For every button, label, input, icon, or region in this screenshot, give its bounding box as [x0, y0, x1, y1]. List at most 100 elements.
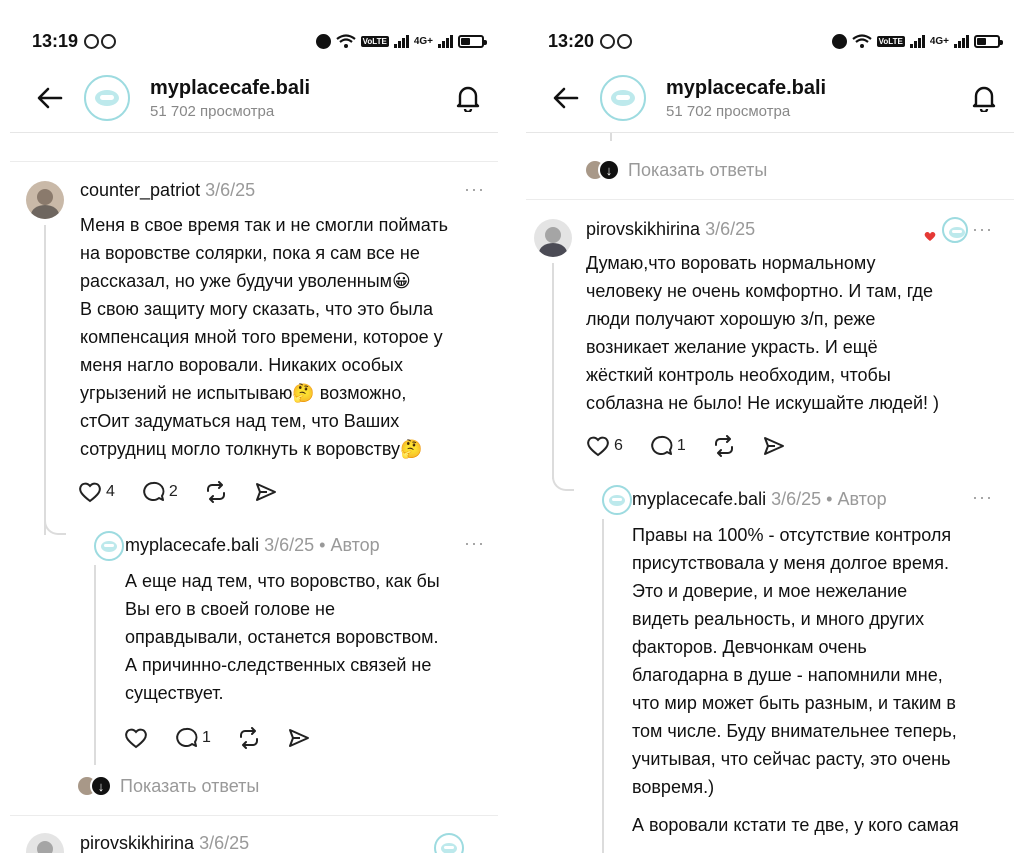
repost-icon — [239, 727, 258, 749]
reply-count: 1 — [202, 729, 211, 746]
author-tag: • Автор — [319, 535, 380, 555]
comment-username[interactable]: pirovskikhirina — [586, 219, 700, 239]
status-time: 13:20 — [548, 30, 595, 51]
network-type: 4G+ — [929, 35, 949, 47]
arrow-left-icon — [553, 87, 579, 109]
signal-icon-2 — [438, 34, 453, 48]
comments-feed: ↓ Показать ответы pirovskikhirina 3/6/25… — [516, 133, 1024, 853]
reply-avatars: ↓ — [586, 159, 622, 181]
reply-username[interactable]: myplacecafe.bali — [632, 489, 766, 509]
comment-icon — [176, 727, 198, 747]
notifications-button[interactable] — [964, 78, 1004, 118]
comment-actions: 4 2 — [78, 481, 304, 503]
reply-count: 1 — [676, 437, 686, 454]
reply-avatars: ↓ — [78, 775, 114, 797]
separator — [10, 161, 498, 162]
heart-badge-icon — [924, 232, 936, 241]
view-count: 51 702 просмотра — [666, 102, 791, 120]
more-options-button[interactable]: ··· — [972, 487, 993, 508]
comment-date: 3/6/25 — [205, 180, 256, 200]
more-options-button[interactable]: ··· — [972, 219, 993, 240]
whatsapp-icon — [600, 33, 616, 49]
reply-text-continued: А воровали кстати те две, у кого самая — [632, 815, 959, 835]
repost-icon — [206, 481, 225, 503]
back-button[interactable] — [30, 78, 70, 118]
reply-date: 3/6/25 — [264, 535, 315, 555]
account-name[interactable]: myplacecafe.bali — [666, 77, 826, 100]
like-button[interactable]: 4 — [78, 481, 115, 503]
reply-button[interactable]: 2 — [141, 481, 178, 503]
reply-username[interactable]: myplacecafe.bali — [125, 535, 259, 555]
reply-text: Правы на 100% - отсутствие контроля прис… — [632, 525, 957, 797]
comment-username[interactable]: pirovskikhirina — [80, 833, 194, 853]
repost-button[interactable] — [712, 435, 736, 457]
account-name[interactable]: myplacecafe.bali — [150, 77, 310, 100]
thread-line — [552, 263, 554, 479]
app-header: myplacecafe.bali 51 702 просмотра — [516, 66, 1024, 130]
repost-icon — [714, 435, 733, 457]
share-button[interactable] — [254, 481, 278, 503]
notifications-button[interactable] — [448, 78, 488, 118]
reply-count: 2 — [168, 483, 178, 500]
send-icon — [763, 437, 784, 455]
avatar[interactable] — [534, 219, 572, 257]
bell-icon — [972, 86, 996, 112]
more-options-button[interactable]: ··· — [464, 533, 485, 554]
like-button[interactable]: 6 — [586, 435, 623, 457]
comment-text: Меня в свое время так и не смогли поймат… — [80, 215, 449, 459]
bell-icon — [456, 86, 480, 112]
reply-button[interactable]: 1 — [649, 435, 686, 457]
author-like-badge — [434, 833, 464, 853]
comment-date: 3/6/25 — [199, 833, 250, 853]
status-bar: 13:19 VoLTE 4G+ — [32, 28, 487, 54]
reply-button[interactable]: 1 — [174, 727, 211, 749]
more-options-button[interactable]: ··· — [464, 179, 485, 200]
left-screenshot: 13:19 VoLTE 4G+ myplacecafe.bali 51 702 … — [0, 0, 508, 853]
arrow-down-icon: ↓ — [90, 775, 112, 797]
status-bar: 13:20 VoLTE 4G+ — [548, 28, 1003, 54]
view-count: 51 702 просмотра — [150, 102, 275, 120]
avatar[interactable] — [26, 833, 64, 853]
back-button[interactable] — [546, 78, 586, 118]
network-type: 4G+ — [413, 35, 433, 47]
send-icon — [288, 729, 309, 747]
comment-username[interactable]: counter_patriot — [80, 180, 200, 200]
separator — [10, 815, 498, 816]
app-header: myplacecafe.bali 51 702 просмотра — [0, 66, 508, 130]
repost-button[interactable] — [237, 727, 261, 749]
account-logo[interactable] — [84, 75, 130, 121]
like-count: 6 — [614, 437, 623, 454]
show-replies-label: Показать ответы — [628, 159, 768, 180]
wifi-icon — [335, 33, 356, 48]
reply-avatar[interactable] — [602, 485, 632, 515]
screenshot-gap — [508, 0, 516, 853]
volte-icon: VoLTE — [876, 35, 905, 47]
share-button[interactable] — [762, 435, 786, 457]
viber-icon — [617, 33, 633, 49]
like-button[interactable] — [124, 727, 148, 749]
comment-icon — [143, 481, 165, 501]
avatar[interactable] — [26, 181, 64, 219]
share-button[interactable] — [287, 727, 311, 749]
comment-icon — [651, 435, 673, 455]
thread-curve — [552, 469, 574, 491]
signal-icon — [393, 34, 409, 48]
repost-button[interactable] — [204, 481, 228, 503]
comments-feed: counter_patriot 3/6/25 ··· Меня в свое в… — [0, 133, 508, 853]
viber-icon — [101, 33, 117, 49]
comment-actions: 6 1 — [586, 435, 812, 457]
thread-line-reply — [602, 519, 604, 853]
arrow-down-icon: ↓ — [598, 159, 620, 181]
signal-icon — [909, 34, 925, 48]
author-tag: • Автор — [826, 489, 887, 509]
separator — [526, 199, 1014, 200]
account-logo[interactable] — [600, 75, 646, 121]
show-replies-button[interactable]: ↓ Показать ответы — [586, 159, 767, 181]
show-replies-button[interactable]: ↓ Показать ответы — [78, 775, 259, 797]
reply-actions: 1 — [124, 727, 337, 749]
reply-avatar[interactable] — [94, 531, 124, 561]
thread-line — [44, 225, 46, 535]
reply-date: 3/6/25 — [771, 489, 822, 509]
signal-icon-2 — [954, 34, 969, 48]
reply-text: А еще над тем, что воровство, как бы Вы … — [125, 571, 440, 703]
